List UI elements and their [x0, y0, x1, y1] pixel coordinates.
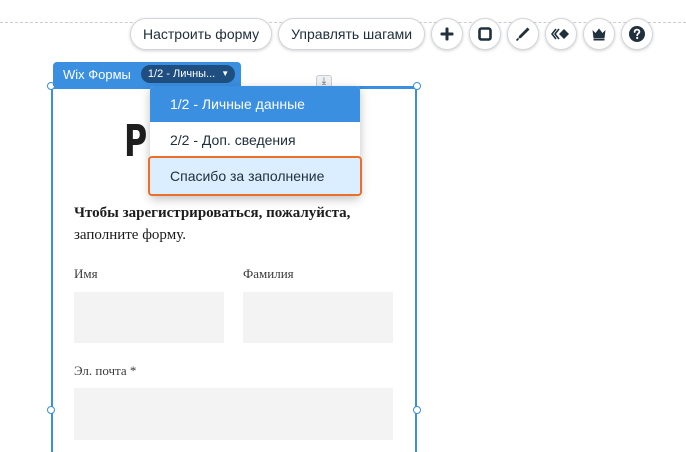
- component-label[interactable]: Wix Формы 1/2 - Личны... ▼: [53, 62, 242, 86]
- editor-canvas: Настроить форму Управлять шагами Р Чтобы…: [0, 0, 686, 452]
- chevron-down-icon: ▼: [221, 69, 230, 78]
- step-option-additional-info[interactable]: 2/2 - Доп. сведения: [150, 122, 360, 158]
- floating-toolbar: Настроить форму Управлять шагами: [130, 18, 654, 50]
- resize-handle-top-right[interactable]: [413, 82, 421, 90]
- component-name: Wix Формы: [63, 66, 131, 82]
- step-option-personal-data[interactable]: 1/2 - Личные данные: [150, 86, 360, 122]
- customize-form-button[interactable]: Настроить форму: [130, 18, 273, 50]
- crown-icon: [592, 28, 606, 41]
- step-option-thank-you[interactable]: Спасибо за заполнение: [148, 156, 362, 196]
- help-icon: [629, 26, 646, 42]
- help-button[interactable]: [621, 18, 654, 50]
- steps-dropdown-menu: 1/2 - Личные данные 2/2 - Доп. сведения …: [148, 86, 362, 196]
- step-selector[interactable]: 1/2 - Личны... ▼: [140, 65, 236, 83]
- plus-icon: [440, 27, 454, 41]
- animation-button[interactable]: [545, 18, 578, 50]
- step-selector-value: 1/2 - Личны...: [147, 68, 216, 80]
- square-icon: [478, 27, 492, 41]
- resize-handle-left[interactable]: [47, 406, 55, 414]
- add-button[interactable]: [431, 18, 464, 50]
- animation-icon: [551, 28, 570, 40]
- layout-button[interactable]: [469, 18, 502, 50]
- resize-handle-right[interactable]: [413, 406, 421, 414]
- design-button[interactable]: [507, 18, 540, 50]
- upgrade-button[interactable]: [583, 18, 616, 50]
- pen-icon: [516, 27, 530, 42]
- manage-steps-button[interactable]: Управлять шагами: [278, 18, 426, 50]
